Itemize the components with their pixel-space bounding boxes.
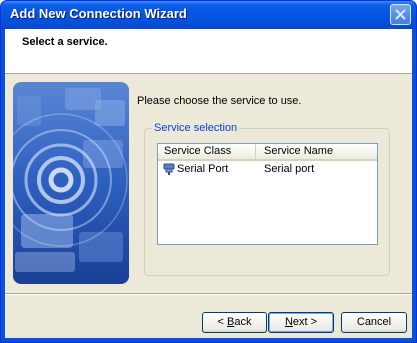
dialog-client-area: Select a service. Please choose the serv… bbox=[5, 29, 412, 338]
wizard-window: Add New Connection Wizard Select a servi… bbox=[0, 0, 417, 343]
group-label: Service selection bbox=[152, 122, 240, 134]
list-header: Service Class Service Name bbox=[158, 144, 377, 161]
wizard-illustration bbox=[13, 82, 129, 284]
next-mnemonic: N bbox=[284, 316, 293, 328]
page-title: Select a service. bbox=[22, 36, 108, 48]
close-icon bbox=[395, 9, 406, 20]
back-label-rest: ack bbox=[234, 316, 252, 328]
serial-port-icon bbox=[163, 163, 175, 175]
list-item[interactable]: Serial Port Serial port bbox=[158, 162, 377, 177]
next-button[interactable]: Next > bbox=[268, 312, 334, 333]
window-title: Add New Connection Wizard bbox=[10, 6, 187, 21]
button-separator bbox=[5, 293, 412, 295]
column-header-service-name[interactable]: Service Name bbox=[256, 144, 377, 159]
title-bar[interactable]: Add New Connection Wizard bbox=[1, 1, 416, 29]
wizard-header: Select a service. bbox=[5, 29, 412, 74]
instruction-text: Please choose the service to use. bbox=[137, 95, 302, 107]
column-header-service-class[interactable]: Service Class bbox=[158, 144, 256, 159]
service-list[interactable]: Service Class Service Name Serial Port S… bbox=[157, 143, 378, 245]
next-label-rest: ext > bbox=[292, 316, 318, 328]
back-button[interactable]: < Back bbox=[202, 312, 267, 333]
back-arrow-text: < bbox=[217, 316, 224, 328]
close-button[interactable] bbox=[390, 4, 411, 25]
cancel-button[interactable]: Cancel bbox=[341, 312, 407, 333]
service-name-cell: Serial port bbox=[264, 163, 315, 175]
service-class-cell: Serial Port bbox=[177, 163, 229, 175]
